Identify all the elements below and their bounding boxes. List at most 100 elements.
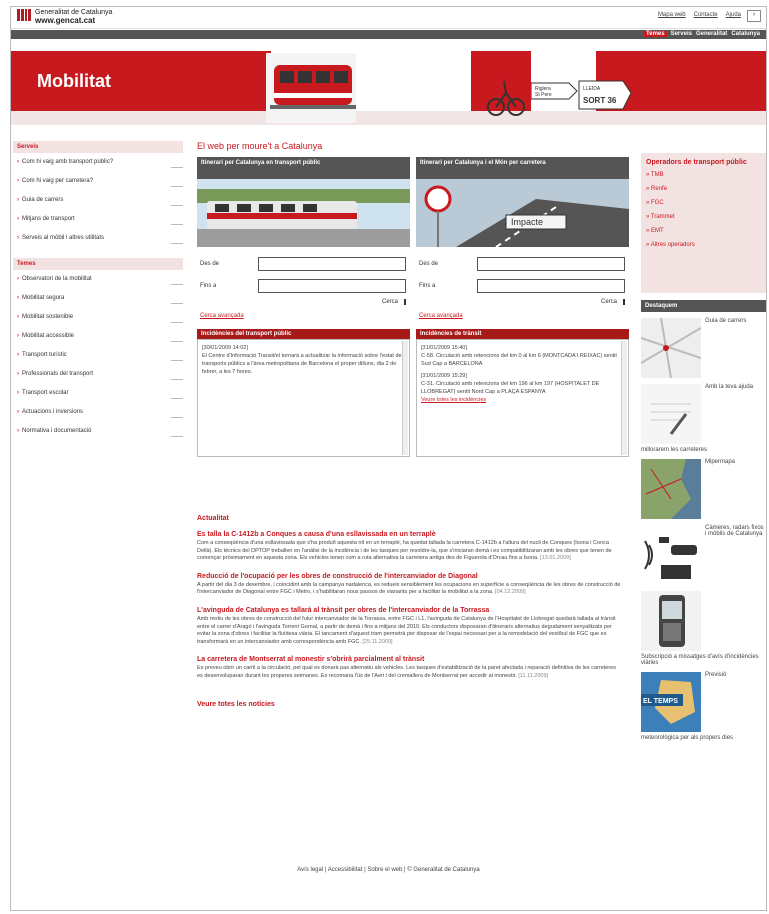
incident-date: [30/01/2009 14:02] xyxy=(202,345,248,351)
brand-url: www.gencat.cat xyxy=(35,16,96,25)
highlight-label: Guia de carrers xyxy=(705,318,747,324)
search-button[interactable]: › xyxy=(747,10,761,22)
highlight-weather[interactable]: EL TEMPS Previsió xyxy=(641,672,766,732)
road-photo: Impacte xyxy=(416,179,629,248)
operator-trammet[interactable]: Trammet xyxy=(646,214,761,220)
highlight-caption: meteorològica per als propers dies xyxy=(641,735,734,741)
incidents-road-box: [31/01/2009 15:40] C-58. Circulació amb … xyxy=(416,339,629,457)
svg-text:St Pere: St Pere xyxy=(535,92,552,98)
incident-date: [31/01/2009 15:29] xyxy=(421,373,467,379)
map-thumbnail xyxy=(641,459,701,519)
all-incidents-link[interactable]: Veure totes les incidències xyxy=(421,396,624,404)
all-news-link[interactable]: Veure totes les notícies xyxy=(197,701,621,708)
sidebar-item-mitjans[interactable]: Mitjans de transport xyxy=(13,212,183,231)
sidebar-item-segura[interactable]: Mobilitat segura xyxy=(13,291,183,310)
search-button-road[interactable]: Cerca xyxy=(601,299,625,305)
hand-writing-thumbnail xyxy=(641,384,701,444)
gencat-logo-icon xyxy=(17,9,31,21)
scrollbar[interactable] xyxy=(402,341,408,455)
operator-tmb[interactable]: TMB xyxy=(646,172,761,178)
from-label-public: Des de xyxy=(200,261,220,267)
sidebar-item-normativa[interactable]: Normativa i documentació xyxy=(13,424,183,443)
news-item: Reducció de l'ocupació per les obres de … xyxy=(197,573,621,597)
news-date: [13.01.2009] xyxy=(540,555,571,562)
to-input-road[interactable] xyxy=(477,279,625,293)
highlight-subscription[interactable] xyxy=(641,591,766,651)
link-contacte[interactable]: Contacte xyxy=(694,12,718,18)
operators-heading: Operadors de transport públic xyxy=(646,159,747,166)
footer-links[interactable]: Avís legal | Accessibilitat | Sobre el w… xyxy=(11,867,766,873)
sidebar-item-inversions[interactable]: Actuacions i inversions xyxy=(13,405,183,424)
page-title: Mobilitat xyxy=(37,71,111,91)
sidebar-item-transport-public[interactable]: Com hi vaig amb transport públic? xyxy=(13,155,183,174)
link-ajuda[interactable]: Ajuda xyxy=(726,12,741,18)
sidebar-item-guia-carrers[interactable]: Guia de carrers xyxy=(13,193,183,212)
banner: Mobilitat Riglera St Pere LLEIDA SORT 36 xyxy=(11,39,766,135)
sidebar-item-mobil[interactable]: Serveis al mòbil i altres utilitats xyxy=(13,231,183,250)
from-input-public[interactable] xyxy=(258,257,406,271)
news-headline[interactable]: Reducció de l'ocupació per les obres de … xyxy=(197,573,621,580)
operator-others[interactable]: Altres operadors xyxy=(646,242,761,248)
sidebar-heading-temes: Temes xyxy=(13,258,183,270)
top-header: Generalitat de Catalunya www.gencat.cat … xyxy=(11,7,766,29)
highlight-caption: millorarem les carreteres xyxy=(641,447,708,453)
sidebar: Serveis Com hi vaig amb transport públic… xyxy=(13,141,183,443)
highlight-street-guide[interactable]: Guia de carrers xyxy=(641,318,766,378)
incidents-public-heading: Incidències del transport públic xyxy=(197,329,410,339)
news-headline[interactable]: L'avinguda de Catalunya es tallarà al tr… xyxy=(197,607,621,614)
operator-emt[interactable]: EMT xyxy=(646,228,761,234)
incidents-road-heading: Incidències de trànsit xyxy=(416,329,629,339)
news-date: [04.12.2009] xyxy=(495,589,526,596)
weather-badge: EL TEMPS xyxy=(643,698,678,705)
news-date: [11.11.2009] xyxy=(518,672,549,679)
utility-links: Mapa web Contacte Ajuda xyxy=(658,12,741,18)
incident-text: C-58. Circulació amb retencions del km 0… xyxy=(421,353,617,367)
panel-road-heading: Itinerari per Catalunya i el Món per car… xyxy=(416,157,629,179)
sidebar-heading-serveis: Serveis xyxy=(13,141,183,153)
sidebar-item-sostenible[interactable]: Mobilitat sostenible xyxy=(13,310,183,329)
sidebar-item-observatori[interactable]: Observatori de la mobilitat xyxy=(13,272,183,291)
gencat-logo[interactable]: Generalitat de Catalunya www.gencat.cat xyxy=(17,9,112,26)
svg-text:SORT 36: SORT 36 xyxy=(583,96,617,105)
highlights-heading: Destaquem xyxy=(641,300,766,312)
link-mapa-web[interactable]: Mapa web xyxy=(658,12,686,18)
highlight-caption: Subscripció a missatges d'avís d'incidèn… xyxy=(641,654,759,666)
news-headline[interactable]: La carretera de Montserrat al monestir s… xyxy=(197,656,621,663)
highlight-cameras[interactable]: Càmeres, radars fixos i mòbils de Catalu… xyxy=(641,525,766,585)
highlight-label: Previsió xyxy=(705,672,727,678)
nav-temes[interactable]: Temes xyxy=(644,31,667,37)
sidebar-item-turistic[interactable]: Transport turístic xyxy=(13,348,183,367)
sidebar-item-accessible[interactable]: Mobilitat accessible xyxy=(13,329,183,348)
news-item: La carretera de Montserrat al monestir s… xyxy=(197,656,621,680)
to-label-road: Fins a xyxy=(419,283,436,289)
highlight-label: Càmeres, radars fixos i mòbils de Catalu… xyxy=(705,525,764,537)
operator-fgc[interactable]: FGC xyxy=(646,200,761,206)
news-item: L'avinguda de Catalunya es tallarà al tr… xyxy=(197,607,621,646)
operator-renfe[interactable]: Renfe xyxy=(646,186,761,192)
highlight-help[interactable]: Amb la teva ajuda xyxy=(641,384,766,444)
sidebar-item-carretera[interactable]: Com hi vaig per carretera? xyxy=(13,174,183,193)
highlight-map[interactable]: Mipermapa xyxy=(641,459,766,519)
panel-road: Itinerari per Catalunya i el Món per car… xyxy=(416,157,629,457)
impacte-overlay: Impacte xyxy=(511,217,543,227)
nav-generalitat[interactable]: Generalitat xyxy=(696,31,727,37)
weather-thumbnail: EL TEMPS xyxy=(641,672,701,732)
nav-serveis[interactable]: Serveis xyxy=(671,31,692,37)
advanced-search-link-road[interactable]: Cerca avançada xyxy=(416,313,629,319)
search-button-public[interactable]: Cerca xyxy=(382,299,406,305)
incident-date: [31/01/2009 15:40] xyxy=(421,345,467,351)
browser-page: Generalitat de Catalunya www.gencat.cat … xyxy=(10,6,767,911)
news-body: Amb motiu de les obres de construcció de… xyxy=(197,615,616,645)
advanced-search-link-public[interactable]: Cerca avançada xyxy=(197,313,410,319)
operators-box: Operadors de transport públic TMB Renfe … xyxy=(641,153,766,293)
news-headline[interactable]: Es talla la C-1412b a Conques a causa d'… xyxy=(197,531,621,538)
train-illustration xyxy=(266,53,356,123)
sidebar-item-professionals[interactable]: Professionals del transport xyxy=(13,367,183,386)
main-content: El web per moure't a Catalunya Itinerari… xyxy=(197,141,629,457)
from-input-road[interactable] xyxy=(477,257,625,271)
to-input-public[interactable] xyxy=(258,279,406,293)
sidebar-item-escolar[interactable]: Transport escolar xyxy=(13,386,183,405)
nav-catalunya[interactable]: Catalunya xyxy=(731,31,760,37)
scrollbar[interactable] xyxy=(621,341,627,455)
highlight-label: Mipermapa xyxy=(705,459,736,465)
